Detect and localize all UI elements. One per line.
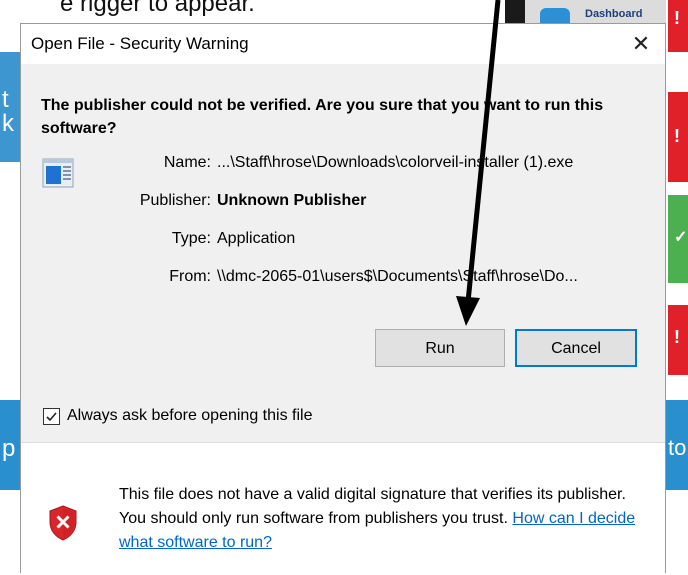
annotation-arrow — [456, 0, 501, 326]
